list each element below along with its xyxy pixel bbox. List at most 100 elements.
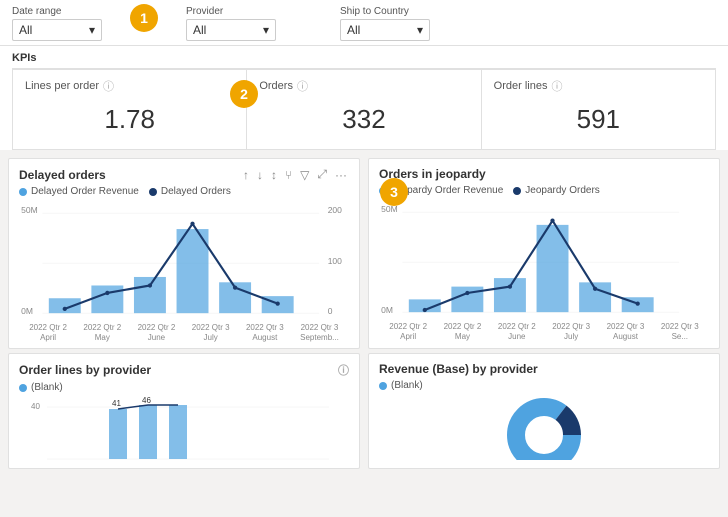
filter-button[interactable]: ▽: [298, 168, 311, 182]
date-range-label: Date range: [12, 6, 102, 17]
jeopardy-x-labels: 2022 Qtr 2April 2022 Qtr 2May 2022 Qtr 2…: [379, 322, 709, 341]
ship-to-country-label: Ship to Country: [340, 6, 430, 17]
date-range-filter: Date range All ▾: [12, 6, 102, 41]
sort-desc-button[interactable]: ↓: [255, 168, 265, 182]
kpi-lines-per-order-value: 1.78: [25, 100, 234, 141]
order-lines-provider-title: Order lines by provider ⓘ: [19, 362, 349, 378]
kpi-order-lines-info[interactable]: ⓘ: [551, 78, 562, 94]
svg-text:100: 100: [328, 256, 342, 266]
revenue-chart: [379, 395, 709, 460]
svg-text:0: 0: [328, 306, 333, 316]
revenue-provider-panel: Revenue (Base) by provider (Blank): [368, 353, 720, 469]
kpi-order-lines-title: Order lines ⓘ: [494, 78, 703, 94]
delayed-orders-title: Delayed orders: [19, 168, 106, 182]
ship-to-country-value: All: [347, 23, 360, 37]
svg-text:46: 46: [142, 397, 151, 405]
delayed-revenue-label: Delayed Order Revenue: [31, 186, 139, 197]
provider-value: All: [193, 23, 206, 37]
ship-to-country-chevron: ▾: [417, 23, 423, 37]
svg-text:41: 41: [112, 399, 121, 408]
j-x-label-4: 2022 Qtr 3August: [607, 322, 645, 341]
svg-text:0M: 0M: [381, 305, 393, 315]
delayed-revenue-dot: [19, 188, 27, 196]
order-lines-legend: (Blank): [19, 382, 349, 393]
j-x-label-5: 2022 Qtr 3Se...: [661, 322, 699, 341]
x-label-4: 2022 Qtr 3August: [246, 323, 284, 342]
delayed-orders-legend: Delayed Order Revenue Delayed Orders: [19, 186, 349, 197]
order-lines-blank-label: (Blank): [31, 382, 63, 393]
order-lines-provider-panel: Order lines by provider ⓘ (Blank) 40 41: [8, 353, 360, 469]
kpi-lines-per-order: Lines per order ⓘ 1.78: [12, 69, 247, 150]
svg-text:50M: 50M: [21, 205, 38, 215]
sort-double-button[interactable]: ↕: [269, 168, 279, 182]
jeopardy-orders-svg: 50M 0M: [379, 200, 709, 320]
revenue-legend: (Blank): [379, 380, 709, 391]
svg-text:40: 40: [31, 402, 40, 411]
delayed-orders-header: Delayed orders ↑ ↓ ↕ ⑂ ▽ ⤢ ···: [19, 167, 349, 182]
delayed-orders-svg: 50M 0M 200 100 0: [19, 201, 349, 321]
kpi-lines-per-order-title: Lines per order ⓘ: [25, 78, 234, 94]
fork-button[interactable]: ⑂: [283, 168, 294, 182]
kpi-lines-per-order-info[interactable]: ⓘ: [103, 78, 114, 94]
date-range-chevron: ▾: [89, 23, 95, 37]
order-lines-blank-dot: [19, 384, 27, 392]
badge-1: 1: [130, 4, 158, 32]
x-label-0: 2022 Qtr 2April: [29, 323, 67, 342]
order-lines-chart: 40 41 46: [19, 397, 349, 462]
jeopardy-orders-label: Jeopardy Orders: [525, 185, 599, 196]
delayed-orders-controls: ↑ ↓ ↕ ⑂ ▽ ⤢ ···: [241, 167, 349, 182]
delayed-orders-x-labels: 2022 Qtr 2April 2022 Qtr 2May 2022 Qtr 2…: [19, 323, 349, 342]
svg-text:200: 200: [328, 205, 342, 215]
x-label-2: 2022 Qtr 2June: [138, 323, 176, 342]
expand-button[interactable]: ⤢: [315, 167, 329, 182]
j-x-label-0: 2022 Qtr 2April: [389, 322, 427, 341]
date-range-select[interactable]: All ▾: [12, 19, 102, 41]
jeopardy-orders-chart: 50M 0M: [379, 200, 709, 320]
revenue-provider-title: Revenue (Base) by provider: [379, 362, 709, 376]
jeopardy-orders-legend-item: Jeopardy Orders: [513, 185, 599, 196]
filters-bar: Date range All ▾ Provider All ▾ Ship to …: [0, 0, 728, 46]
revenue-svg: [379, 395, 709, 460]
badge-2: 2: [230, 80, 258, 108]
provider-select[interactable]: All ▾: [186, 19, 276, 41]
jeopardy-orders-panel: Orders in jeopardy Jeopardy Order Revenu…: [368, 158, 720, 349]
revenue-blank-dot: [379, 382, 387, 390]
badge-3: 3: [380, 178, 408, 206]
delayed-orders-label: Delayed Orders: [161, 186, 231, 197]
order-lines-svg: 40 41 46: [19, 397, 349, 462]
bottom-charts-row: Order lines by provider ⓘ (Blank) 40 41: [0, 353, 728, 473]
kpi-orders: Orders ⓘ 332: [247, 69, 481, 150]
kpi-order-lines-value: 591: [494, 100, 703, 141]
ship-to-country-select[interactable]: All ▾: [340, 19, 430, 41]
provider-filter: Provider All ▾: [186, 6, 276, 41]
revenue-blank-label: (Blank): [391, 380, 423, 391]
date-range-value: All: [19, 23, 32, 37]
delayed-orders-panel: Delayed orders ↑ ↓ ↕ ⑂ ▽ ⤢ ··· Delayed O…: [8, 158, 360, 349]
kpi-orders-title: Orders ⓘ: [259, 78, 468, 94]
j-x-label-2: 2022 Qtr 2June: [498, 322, 536, 341]
order-lines-provider-info[interactable]: ⓘ: [338, 362, 349, 378]
j-x-label-3: 2022 Qtr 3July: [552, 322, 590, 341]
delayed-orders-legend-item: Delayed Orders: [149, 186, 231, 197]
x-label-5: 2022 Qtr 3Septemb...: [300, 323, 339, 342]
delayed-orders-chart: 50M 0M 200 100 0: [19, 201, 349, 321]
order-lines-blank-legend: (Blank): [19, 382, 63, 393]
x-label-3: 2022 Qtr 3July: [192, 323, 230, 342]
kpi-orders-value: 332: [259, 100, 468, 141]
provider-chevron: ▾: [263, 23, 269, 37]
svg-text:0M: 0M: [21, 306, 33, 316]
ship-to-country-filter: Ship to Country All ▾: [340, 6, 430, 41]
kpis-cards: Lines per order ⓘ 1.78 Orders ⓘ 332 Orde…: [12, 68, 716, 150]
sort-asc-button[interactable]: ↑: [241, 168, 251, 182]
revenue-blank-legend: (Blank): [379, 380, 423, 391]
x-label-1: 2022 Qtr 2May: [83, 323, 121, 342]
jeopardy-orders-legend: Jeopardy Order Revenue Jeopardy Orders: [379, 185, 709, 196]
charts-row: Delayed orders ↑ ↓ ↕ ⑂ ▽ ⤢ ··· Delayed O…: [0, 150, 728, 353]
kpi-orders-info[interactable]: ⓘ: [297, 78, 308, 94]
kpi-order-lines: Order lines ⓘ 591: [482, 69, 716, 150]
j-x-label-1: 2022 Qtr 2May: [444, 322, 482, 341]
kpis-label: KPIs: [12, 50, 716, 68]
kpis-section: KPIs Lines per order ⓘ 1.78 Orders ⓘ 332…: [0, 46, 728, 150]
more-button[interactable]: ···: [333, 168, 349, 182]
delayed-orders-dot: [149, 188, 157, 196]
